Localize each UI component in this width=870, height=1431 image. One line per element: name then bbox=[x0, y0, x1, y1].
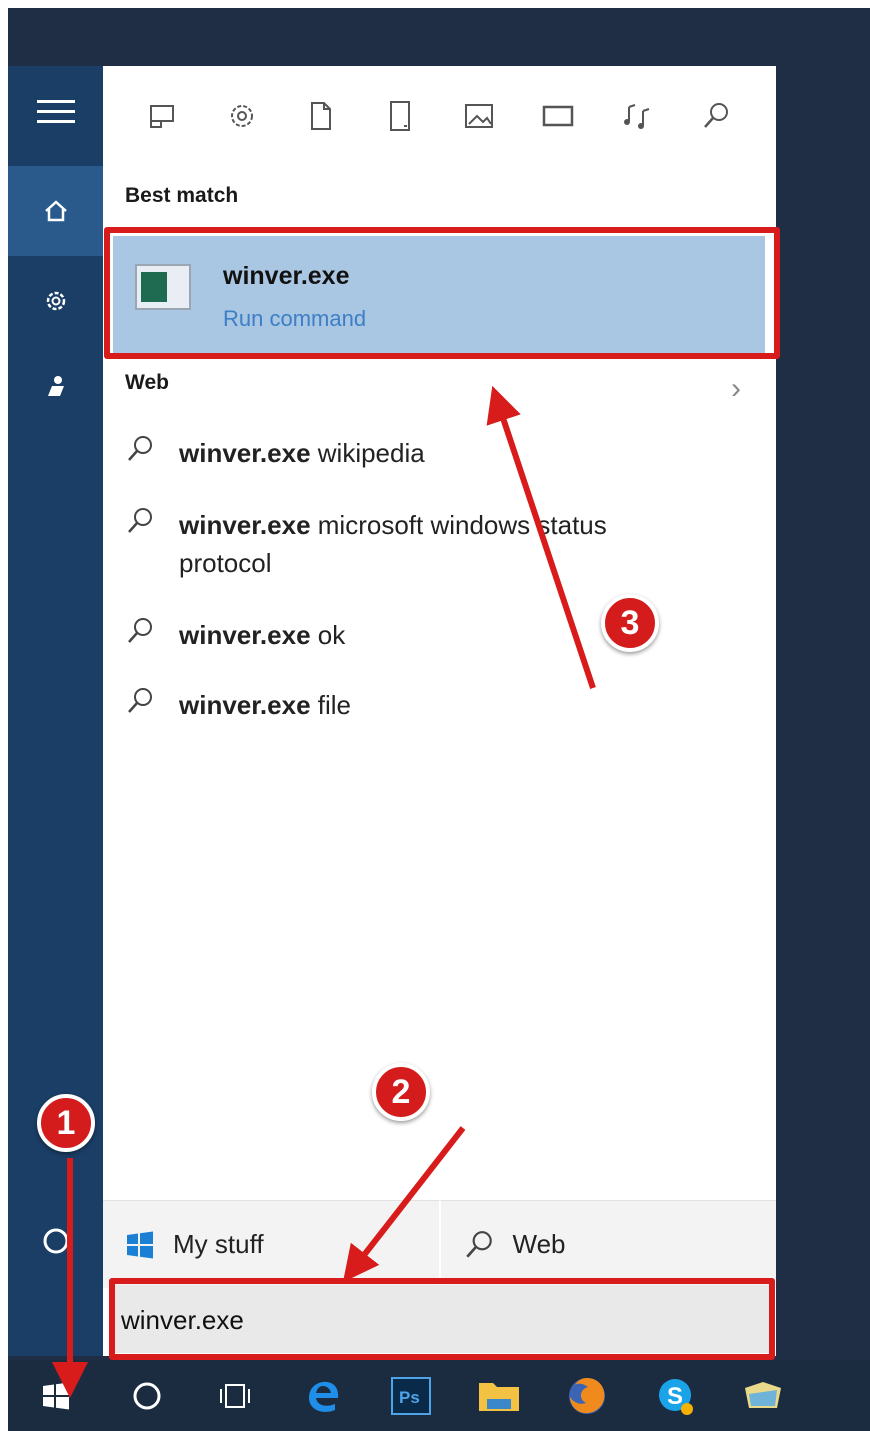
annotation-arrows bbox=[52, 385, 596, 1398]
arrow-to-best-match bbox=[486, 385, 596, 689]
arrow-to-search-box bbox=[342, 1126, 466, 1283]
start-menu-screenshot: Best match winver.exe Run command Web › … bbox=[8, 8, 870, 1431]
step-2-badge: 2 bbox=[372, 1063, 430, 1121]
step-3-badge: 3 bbox=[601, 594, 659, 652]
step-1-badge: 1 bbox=[37, 1094, 95, 1152]
